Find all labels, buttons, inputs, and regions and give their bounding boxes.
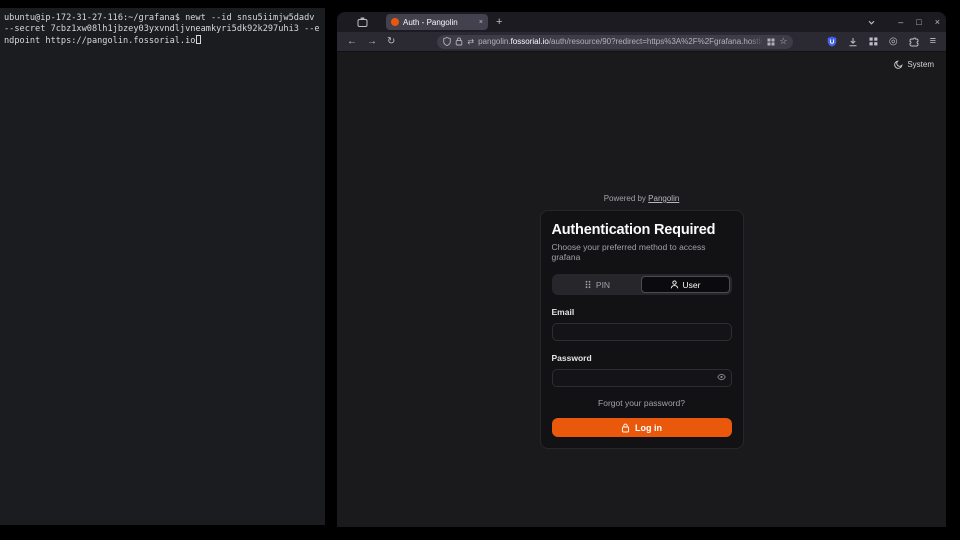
moon-icon [894, 60, 903, 69]
downloads-icon[interactable] [848, 37, 858, 47]
login-button-label: Log in [635, 423, 662, 433]
tab-close-icon[interactable]: × [479, 19, 483, 26]
email-label: Email [552, 307, 732, 317]
password-wrap [552, 368, 732, 387]
tab-list-chevron-icon[interactable] [867, 18, 876, 27]
pangolin-brand-link[interactable]: Pangolin [648, 194, 679, 203]
auth-method-tabs: PIN User [552, 274, 732, 295]
tab-auth-pangolin[interactable]: Auth - Pangolin × [386, 14, 488, 30]
switch-arrows-icon[interactable]: ⇄ [467, 38, 474, 46]
url-prefix: pangolin. [478, 37, 510, 46]
login-button[interactable]: Log in [552, 418, 732, 437]
window-controls: – □ × [898, 18, 940, 27]
close-icon[interactable]: × [935, 18, 940, 27]
maximize-icon[interactable]: □ [916, 18, 921, 27]
container-grid-icon[interactable] [767, 38, 775, 46]
tab-user-label: User [683, 280, 701, 290]
extensions-puzzle-icon[interactable] [909, 37, 919, 47]
tab-title: Auth - Pangolin [403, 18, 475, 27]
toolbar-extensions: ◎ ≡ [827, 36, 936, 47]
extension-circle-icon[interactable]: ◎ [889, 37, 898, 47]
password-field[interactable] [552, 369, 732, 387]
apps-grid-icon[interactable] [869, 37, 878, 46]
page-content: System Powered by Pangolin Authenticatio… [337, 52, 946, 527]
powered-by: Powered by Pangolin [540, 194, 744, 203]
https-lock-icon[interactable] [455, 37, 463, 46]
auth-column: Powered by Pangolin Authentication Requi… [540, 194, 744, 449]
password-label: Password [552, 353, 732, 363]
back-icon[interactable]: ← [347, 37, 357, 47]
card-title: Authentication Required [552, 222, 732, 238]
login-lock-icon [621, 423, 630, 433]
forward-icon[interactable]: → [367, 37, 377, 47]
url-bar[interactable]: ⇄ pangolin.fossorial.io/auth/resource/90… [437, 35, 793, 49]
terminal-line: --secret 7cbz1xw08lh1jbzey03yxvndljvneam… [4, 24, 321, 35]
url-domain: fossorial.io [511, 37, 549, 46]
email-field[interactable] [552, 323, 732, 341]
show-password-eye-icon[interactable] [717, 373, 726, 381]
terminal-window[interactable]: ubuntu@ip-172-31-27-116:~/grafana$ newt … [0, 8, 325, 525]
minimize-icon[interactable]: – [898, 18, 903, 27]
terminal-line: ndpoint https://pangolin.fossorial.io [4, 35, 321, 47]
tracking-protection-shield-icon[interactable] [443, 37, 451, 46]
user-icon [670, 280, 679, 289]
browser-toolbar: ← → ↻ ⇄ pangolin.fossorial.io/auth/resou… [337, 32, 946, 52]
forgot-password-link[interactable]: Forgot your password? [552, 398, 732, 408]
new-tab-button[interactable]: + [496, 16, 502, 28]
theme-toggle[interactable]: System [894, 60, 934, 69]
auth-card: Authentication Required Choose your pref… [540, 210, 744, 449]
ublock-shield-icon[interactable] [827, 36, 837, 47]
card-subtitle: Choose your preferred method to access g… [552, 242, 732, 262]
pin-dots-icon [584, 280, 592, 289]
firefox-view-icon[interactable] [357, 17, 368, 28]
pangolin-favicon-icon [391, 18, 399, 26]
tab-pin-label: PIN [596, 280, 610, 290]
tab-pin[interactable]: PIN [554, 276, 641, 293]
browser-window: Auth - Pangolin × + – □ × ← → ↻ ⇄ [337, 12, 946, 527]
reload-icon[interactable]: ↻ [387, 37, 395, 47]
bookmark-star-icon[interactable]: ☆ [779, 37, 787, 46]
nav-buttons: ← → ↻ [347, 37, 395, 47]
terminal-cursor [196, 35, 201, 44]
url-text: pangolin.fossorial.io/auth/resource/90?r… [478, 37, 763, 46]
browser-tab-bar: Auth - Pangolin × + – □ × [337, 12, 946, 32]
menu-hamburger-icon[interactable]: ≡ [930, 36, 936, 47]
terminal-line: ubuntu@ip-172-31-27-116:~/grafana$ newt … [4, 13, 321, 24]
url-path: /auth/resource/90?redirect=https%3A%2F%2… [549, 37, 763, 46]
powered-by-text: Powered by [604, 194, 646, 203]
theme-label: System [907, 60, 934, 69]
tab-user[interactable]: User [641, 276, 730, 293]
